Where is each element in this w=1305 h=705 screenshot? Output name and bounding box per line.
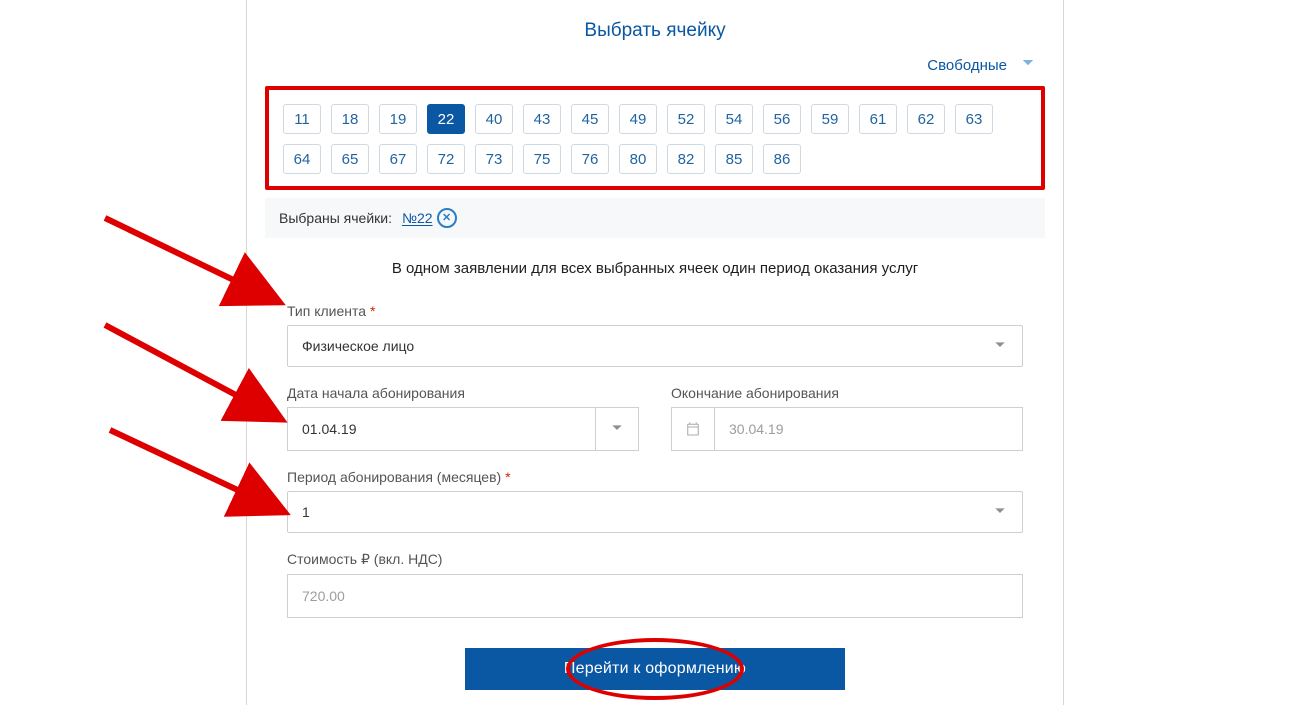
client-type-label: Тип клиента *	[287, 303, 1023, 319]
start-date-label: Дата начала абонирования	[287, 385, 639, 401]
required-mark: *	[505, 469, 510, 485]
cell-85[interactable]: 85	[715, 144, 753, 174]
cell-82[interactable]: 82	[667, 144, 705, 174]
cell-63[interactable]: 63	[955, 104, 993, 134]
cell-56[interactable]: 56	[763, 104, 801, 134]
cell-75[interactable]: 75	[523, 144, 561, 174]
cost-label: Стоимость ₽ (вкл. НДС)	[287, 551, 1023, 568]
chevron-down-icon	[992, 503, 1008, 522]
info-text: В одном заявлении для всех выбранных яче…	[247, 238, 1063, 285]
free-filter-toggle[interactable]: Свободные	[247, 50, 1063, 86]
cells-highlight-frame: 11 18 19 22 40 43 45 49 52 54 56 59 61 62 63 64 65 67 72 73…	[265, 86, 1045, 190]
cell-64[interactable]: 64	[283, 144, 321, 174]
chevron-down-icon	[1019, 54, 1037, 76]
end-date-value: 30.04.19	[714, 407, 1023, 451]
period-value: 1	[302, 504, 310, 520]
cell-67[interactable]: 67	[379, 144, 417, 174]
calendar-icon	[671, 407, 714, 451]
end-date-label: Окончание абонирования	[671, 385, 1023, 401]
required-mark: *	[370, 303, 375, 319]
cell-73[interactable]: 73	[475, 144, 513, 174]
cell-72[interactable]: 72	[427, 144, 465, 174]
cell-80[interactable]: 80	[619, 144, 657, 174]
cell-62[interactable]: 62	[907, 104, 945, 134]
cell-49[interactable]: 49	[619, 104, 657, 134]
cell-19[interactable]: 19	[379, 104, 417, 134]
end-date-input: 30.04.19	[671, 407, 1023, 451]
form-area: Тип клиента * Физическое лицо Дата начал…	[247, 303, 1063, 690]
cell-22[interactable]: 22	[427, 104, 465, 134]
period-label: Период абонирования (месяцев) *	[287, 469, 1023, 485]
cell-76[interactable]: 76	[571, 144, 609, 174]
client-type-value: Физическое лицо	[302, 338, 414, 354]
cell-40[interactable]: 40	[475, 104, 513, 134]
start-date-dropdown-button[interactable]	[595, 407, 639, 451]
cell-86[interactable]: 86	[763, 144, 801, 174]
cost-value: 720.00	[287, 574, 1023, 618]
selected-cells-label: Выбраны ячейки:	[279, 210, 392, 226]
chevron-down-icon	[609, 420, 625, 439]
cell-54[interactable]: 54	[715, 104, 753, 134]
cell-61[interactable]: 61	[859, 104, 897, 134]
cell-11[interactable]: 11	[283, 104, 321, 134]
selected-cell-value: №22	[402, 210, 433, 226]
cell-grid: 11 18 19 22 40 43 45 49 52 54 56 59 61 62 63 64 65 67 72 73…	[283, 104, 1027, 174]
cell-65[interactable]: 65	[331, 144, 369, 174]
cell-18[interactable]: 18	[331, 104, 369, 134]
main-panel: Выбрать ячейку Свободные 11 18 19 22 40 43 45 4…	[246, 0, 1064, 705]
free-filter-label: Свободные	[927, 57, 1007, 74]
period-select[interactable]: 1	[287, 491, 1023, 533]
start-date-value: 01.04.19	[287, 407, 595, 451]
client-type-select[interactable]: Физическое лицо	[287, 325, 1023, 367]
selected-cells-bar: Выбраны ячейки: №22	[265, 198, 1045, 238]
cell-43[interactable]: 43	[523, 104, 561, 134]
start-date-input[interactable]: 01.04.19	[287, 407, 639, 451]
remove-selected-icon[interactable]	[437, 208, 457, 228]
cell-45[interactable]: 45	[571, 104, 609, 134]
cell-59[interactable]: 59	[811, 104, 849, 134]
cell-52[interactable]: 52	[667, 104, 705, 134]
panel-title: Выбрать ячейку	[247, 0, 1063, 50]
chevron-down-icon	[992, 337, 1008, 356]
submit-button[interactable]: Перейти к оформлению	[465, 648, 845, 690]
